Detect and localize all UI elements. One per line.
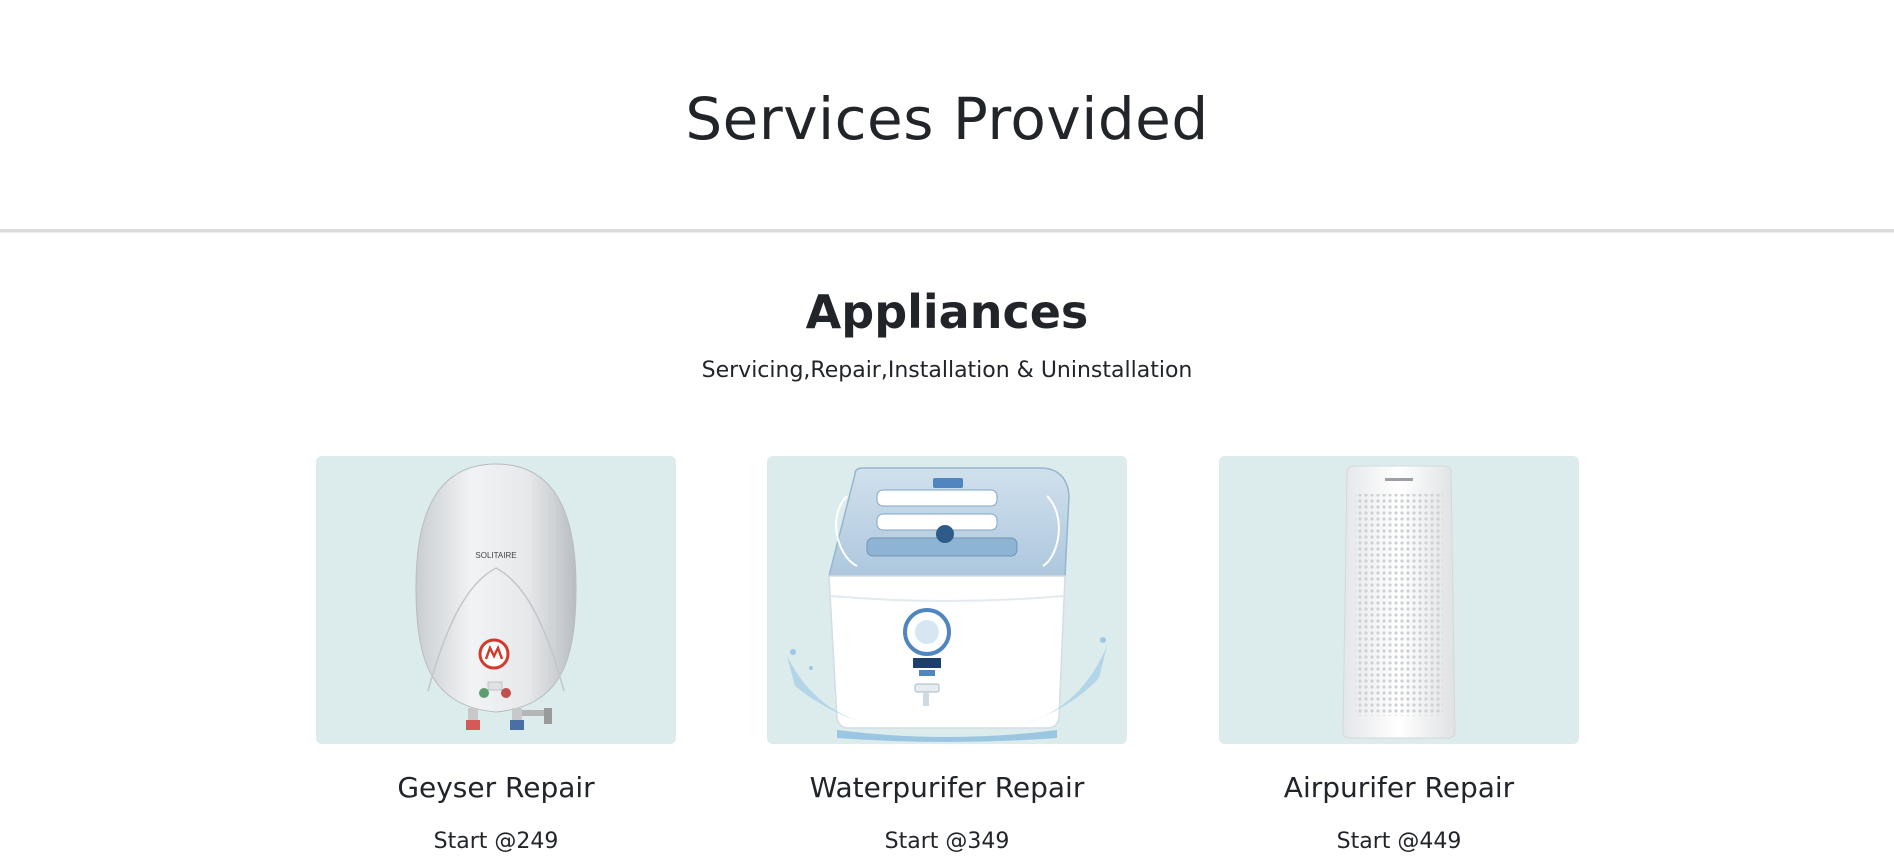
geyser-image[interactable]: SOLITAIRE (316, 456, 676, 744)
water-purifier-image[interactable] (767, 456, 1127, 744)
card-price: Start @249 (433, 829, 559, 854)
service-card-water-purifier[interactable]: Waterpurifer Repair Start @349 (767, 456, 1127, 858)
section-subtitle: Servicing,Repair,Installation & Uninstal… (701, 358, 1193, 383)
card-price: Start @349 (884, 829, 1010, 854)
page-header: Services Provided (0, 0, 1894, 232)
geyser-brand-label: SOLITAIRE (475, 551, 516, 560)
card-price: Start @449 (1336, 829, 1462, 854)
card-title[interactable]: Geyser Repair (316, 768, 676, 808)
card-title[interactable]: Waterpurifer Repair (767, 768, 1127, 808)
air-purifier-image[interactable] (1219, 456, 1579, 744)
service-card-air-purifier[interactable]: Airpurifer Repair Start @449 (1219, 456, 1579, 858)
section-title: Appliances (805, 285, 1089, 339)
card-title[interactable]: Airpurifer Repair (1219, 768, 1579, 808)
service-card-geyser[interactable]: SOLITAIRE Geyser Repair Start @249 (316, 456, 676, 858)
page-title: Services Provided (685, 85, 1209, 153)
